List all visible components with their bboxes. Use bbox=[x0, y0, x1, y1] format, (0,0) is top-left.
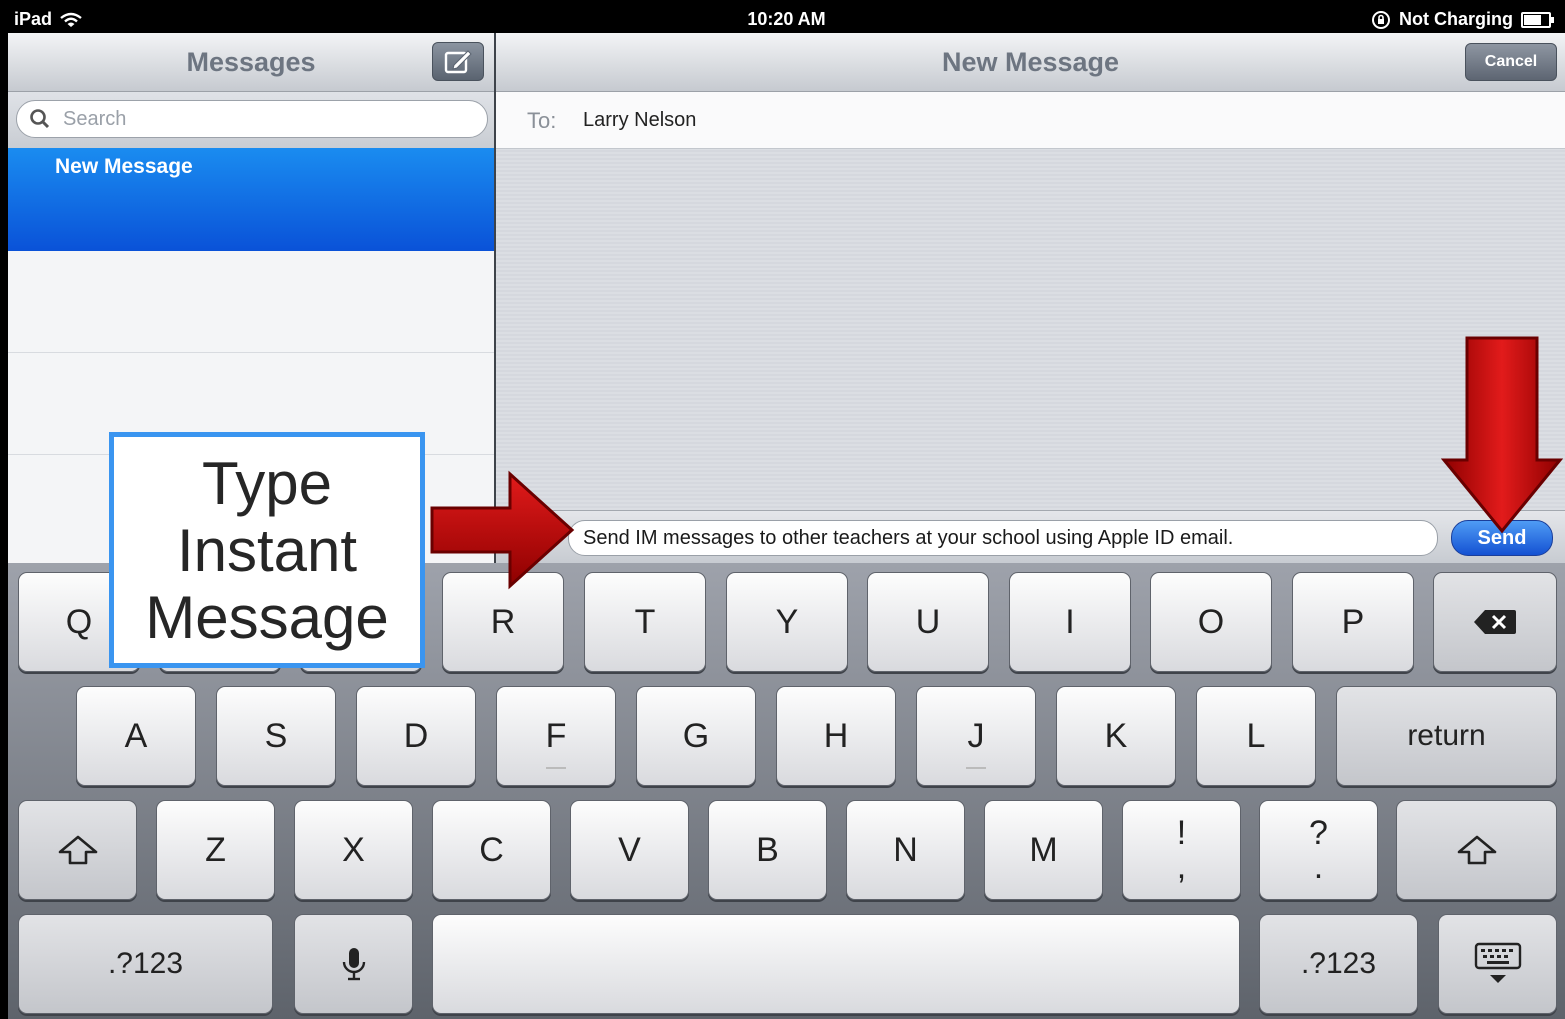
conversation-item-new-message[interactable]: New Message bbox=[8, 148, 494, 251]
arrow-down-icon bbox=[1441, 336, 1563, 534]
key-j-label: J bbox=[967, 716, 985, 755]
key-x[interactable]: X bbox=[294, 800, 413, 900]
key-i[interactable]: I bbox=[1009, 572, 1131, 672]
callout-line: Instant bbox=[176, 516, 358, 584]
sidebar-nav-bar: Messages bbox=[8, 33, 494, 92]
shift-key-right[interactable] bbox=[1396, 800, 1557, 900]
search-bar: Search bbox=[8, 92, 494, 148]
key-p[interactable]: P bbox=[1292, 572, 1414, 672]
key-lower-symbol: . bbox=[1313, 848, 1324, 886]
space-bar[interactable] bbox=[432, 914, 1240, 1014]
numbers-key-left[interactable]: .?123 bbox=[18, 914, 273, 1014]
key-z[interactable]: Z bbox=[156, 800, 275, 900]
key-b[interactable]: B bbox=[708, 800, 827, 900]
arrow-right-icon bbox=[430, 470, 575, 590]
return-key[interactable]: return bbox=[1336, 686, 1557, 786]
search-placeholder: Search bbox=[63, 107, 127, 130]
recipient-name: Larry Nelson bbox=[583, 109, 697, 131]
list-divider bbox=[8, 352, 494, 353]
compose-button[interactable] bbox=[432, 42, 484, 81]
callout-line: Message bbox=[145, 583, 389, 651]
search-icon bbox=[30, 109, 50, 129]
rotation-lock-icon bbox=[1372, 10, 1390, 29]
key-t[interactable]: T bbox=[584, 572, 706, 672]
status-bar: iPad 10:20 AM Not Charging bbox=[8, 6, 1565, 33]
key-upper-symbol: ? bbox=[1309, 814, 1328, 852]
callout-line: Type bbox=[201, 449, 333, 517]
backspace-icon bbox=[1474, 610, 1516, 634]
sidebar-title: Messages bbox=[186, 47, 316, 77]
compose-icon bbox=[444, 49, 472, 73]
key-u[interactable]: U bbox=[867, 572, 989, 672]
conversation-nav-bar: New Message Cancel bbox=[496, 33, 1565, 92]
microphone-icon bbox=[342, 948, 365, 981]
shift-icon bbox=[1457, 835, 1496, 865]
key-k[interactable]: K bbox=[1056, 686, 1176, 786]
message-history-area bbox=[496, 149, 1565, 510]
battery-icon bbox=[1521, 11, 1554, 28]
numbers-key-right[interactable]: .?123 bbox=[1259, 914, 1418, 1014]
key-l[interactable]: L bbox=[1196, 686, 1316, 786]
key-n[interactable]: N bbox=[846, 800, 965, 900]
key-g[interactable]: G bbox=[636, 686, 756, 786]
key-j[interactable]: J bbox=[916, 686, 1036, 786]
key-f[interactable]: F bbox=[496, 686, 616, 786]
to-label: To: bbox=[527, 108, 557, 133]
home-row-bump bbox=[966, 767, 986, 769]
shift-key-left[interactable] bbox=[18, 800, 137, 900]
shift-icon bbox=[58, 835, 97, 865]
key-h[interactable]: H bbox=[776, 686, 896, 786]
home-row-bump bbox=[546, 767, 566, 769]
charging-status: Not Charging bbox=[1399, 9, 1513, 29]
key-v[interactable]: V bbox=[570, 800, 689, 900]
keyboard-hide-icon bbox=[1474, 942, 1521, 983]
dictation-key[interactable] bbox=[294, 914, 413, 1014]
key-lower-symbol: , bbox=[1176, 848, 1187, 886]
hide-keyboard-key[interactable] bbox=[1438, 914, 1557, 1014]
instruction-callout: Type Instant Message bbox=[109, 432, 425, 668]
clock: 10:20 AM bbox=[747, 9, 826, 29]
recipient-field[interactable]: To: Larry Nelson bbox=[496, 92, 1565, 149]
cancel-button[interactable]: Cancel bbox=[1465, 43, 1557, 81]
conversation-title-header: New Message bbox=[941, 47, 1120, 77]
message-text: Send IM messages to other teachers at yo… bbox=[583, 527, 1234, 549]
key-o[interactable]: O bbox=[1150, 572, 1272, 672]
key-d[interactable]: D bbox=[356, 686, 476, 786]
message-input-bar: Send IM messages to other teachers at yo… bbox=[496, 510, 1565, 564]
conversation-title: New Message bbox=[55, 155, 193, 178]
key-a[interactable]: A bbox=[76, 686, 196, 786]
key-m[interactable]: M bbox=[984, 800, 1103, 900]
key-c[interactable]: C bbox=[432, 800, 551, 900]
key-exclamation-comma[interactable]: !, bbox=[1122, 800, 1241, 900]
key-upper-symbol: ! bbox=[1176, 814, 1187, 852]
search-input[interactable]: Search bbox=[16, 100, 488, 138]
key-question-period[interactable]: ?. bbox=[1259, 800, 1378, 900]
delete-key[interactable] bbox=[1433, 572, 1557, 672]
key-y[interactable]: Y bbox=[726, 572, 848, 672]
key-f-label: F bbox=[545, 716, 567, 755]
key-s[interactable]: S bbox=[216, 686, 336, 786]
conversation-pane: New Message Cancel To: Larry Nelson Send… bbox=[496, 33, 1565, 564]
message-input[interactable]: Send IM messages to other teachers at yo… bbox=[568, 520, 1438, 556]
